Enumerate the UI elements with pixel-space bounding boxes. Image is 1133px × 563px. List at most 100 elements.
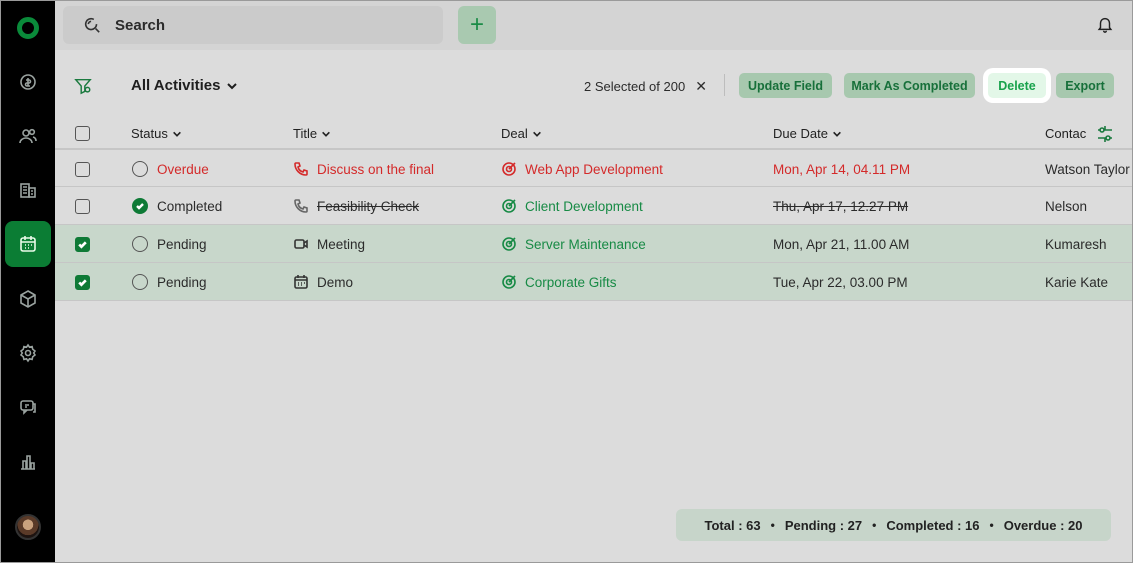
table-row[interactable]: Pending Meeting Server Maintenance Mon, … [55, 225, 1133, 263]
filter-icon [74, 78, 92, 95]
check-circle-icon[interactable] [132, 198, 148, 214]
status-cell: Pending [132, 263, 207, 301]
select-all-checkbox[interactable] [75, 126, 90, 141]
export-button[interactable]: Export [1056, 73, 1114, 98]
search-placeholder: Search [115, 16, 166, 34]
clear-selection-button[interactable]: ✕ [695, 78, 707, 95]
header-title-label: Title [293, 126, 318, 141]
sidebar-item-contacts[interactable] [5, 113, 51, 159]
chevron-down-icon [172, 131, 181, 137]
row-checkbox[interactable] [75, 161, 90, 177]
chevron-down-icon [832, 131, 841, 137]
delete-button[interactable]: Delete [988, 73, 1046, 98]
phone-icon [293, 198, 309, 214]
toolbar-divider [724, 74, 725, 96]
target-icon [501, 161, 517, 177]
selected-count: 2 Selected of 200 [584, 79, 686, 94]
status-circle-icon[interactable] [132, 161, 148, 177]
header-title[interactable]: Title [293, 118, 331, 149]
table-row[interactable]: Pending Demo Corporate Gifts Tue, Apr 22… [55, 263, 1133, 301]
chevron-down-icon [532, 131, 541, 137]
deal-text: Server Maintenance [525, 236, 646, 252]
title-text: Feasibility Check [317, 198, 420, 214]
summary-separator: • [770, 518, 775, 532]
table-row[interactable]: Completed Feasibility Check Client Devel… [55, 187, 1133, 225]
search-input[interactable]: Search [63, 6, 443, 44]
calendar-icon [293, 274, 309, 290]
check-icon [78, 278, 87, 287]
phone-icon [293, 161, 309, 177]
notifications-button[interactable] [1096, 15, 1114, 33]
view-selector[interactable]: All Activities [131, 77, 238, 94]
chat-icon [20, 400, 36, 415]
due-date-cell: Thu, Apr 17, 12.27 PM [773, 198, 909, 214]
row-checkbox[interactable] [75, 198, 90, 214]
title-cell[interactable]: Discuss on the final [293, 150, 434, 188]
column-settings-button[interactable] [1095, 124, 1115, 144]
status-text: Pending [157, 236, 207, 252]
contact-cell[interactable]: Nelson [1045, 187, 1087, 225]
deal-cell[interactable]: Web App Development [501, 150, 663, 188]
table-row[interactable]: Overdue Discuss on the final Web App Dev… [55, 149, 1133, 187]
sidebar-item-products[interactable] [5, 276, 51, 322]
header-due-date[interactable]: Due Date [773, 118, 842, 149]
sidebar-item-deals[interactable] [5, 59, 51, 105]
status-cell: Pending [132, 225, 207, 263]
status-text: Completed [157, 198, 223, 214]
due-date-cell: Mon, Apr 14, 04.11 PM [773, 161, 911, 177]
deal-cell[interactable]: Client Development [501, 187, 643, 225]
summary-bar: Total : 63 • Pending : 27 • Completed : … [676, 509, 1111, 541]
header-status[interactable]: Status [131, 118, 182, 149]
header-deal[interactable]: Deal [501, 118, 542, 149]
chevron-down-icon [322, 131, 331, 137]
row-checkbox-cell [75, 187, 90, 225]
sidebar-item-companies[interactable] [5, 167, 51, 213]
bell-icon [1097, 17, 1113, 33]
title-text: Demo [317, 274, 354, 290]
app-logo[interactable] [17, 17, 39, 39]
title-cell[interactable]: Feasibility Check [293, 187, 419, 225]
contact-cell[interactable]: Karie Kate [1045, 263, 1108, 301]
summary-pending: Pending : 27 [784, 517, 863, 533]
settings-icon [19, 343, 37, 363]
sidebar-item-reports[interactable] [5, 439, 51, 485]
mark-completed-button[interactable]: Mark As Completed [844, 73, 975, 98]
contact-cell[interactable]: Kumaresh [1045, 225, 1107, 263]
search-icon [84, 17, 100, 33]
deal-text: Corporate Gifts [525, 274, 617, 290]
user-avatar[interactable] [15, 514, 41, 540]
header-due-date-label: Due Date [773, 126, 828, 141]
summary-overdue: Overdue : 20 [1003, 517, 1083, 533]
contacts-icon [19, 128, 37, 144]
header-deal-label: Deal [501, 126, 528, 141]
sidebar-item-chat[interactable] [5, 384, 51, 430]
table-header: Status Title Deal Due Date Contac [55, 118, 1133, 149]
sidebar-item-activities[interactable] [5, 221, 51, 267]
contact-cell[interactable]: Watson Taylor [1045, 150, 1130, 188]
deal-cell[interactable]: Server Maintenance [501, 225, 646, 263]
reports-icon [21, 455, 35, 470]
video-icon [293, 236, 309, 252]
filter-button[interactable] [74, 77, 92, 95]
deal-text: Client Development [525, 198, 643, 214]
view-title: All Activities [131, 77, 221, 94]
header-status-label: Status [131, 126, 168, 141]
add-button[interactable]: + [458, 6, 496, 44]
status-circle-icon[interactable] [132, 236, 148, 252]
title-cell[interactable]: Meeting [293, 225, 365, 263]
header-checkbox-cell [75, 118, 90, 149]
sidebar [0, 0, 55, 563]
row-checkbox[interactable] [75, 236, 90, 252]
sidebar-item-settings[interactable] [5, 330, 51, 376]
companies-icon [20, 183, 36, 198]
top-bar: Search + [55, 0, 1133, 50]
title-cell[interactable]: Demo [293, 263, 353, 301]
check-icon [78, 240, 87, 249]
deal-cell[interactable]: Corporate Gifts [501, 263, 617, 301]
update-field-button[interactable]: Update Field [739, 73, 832, 98]
status-circle-icon[interactable] [132, 274, 148, 290]
row-checkbox-cell [75, 225, 90, 263]
status-text: Overdue [157, 161, 209, 177]
row-checkbox[interactable] [75, 274, 90, 290]
header-contact[interactable]: Contac [1045, 118, 1086, 149]
